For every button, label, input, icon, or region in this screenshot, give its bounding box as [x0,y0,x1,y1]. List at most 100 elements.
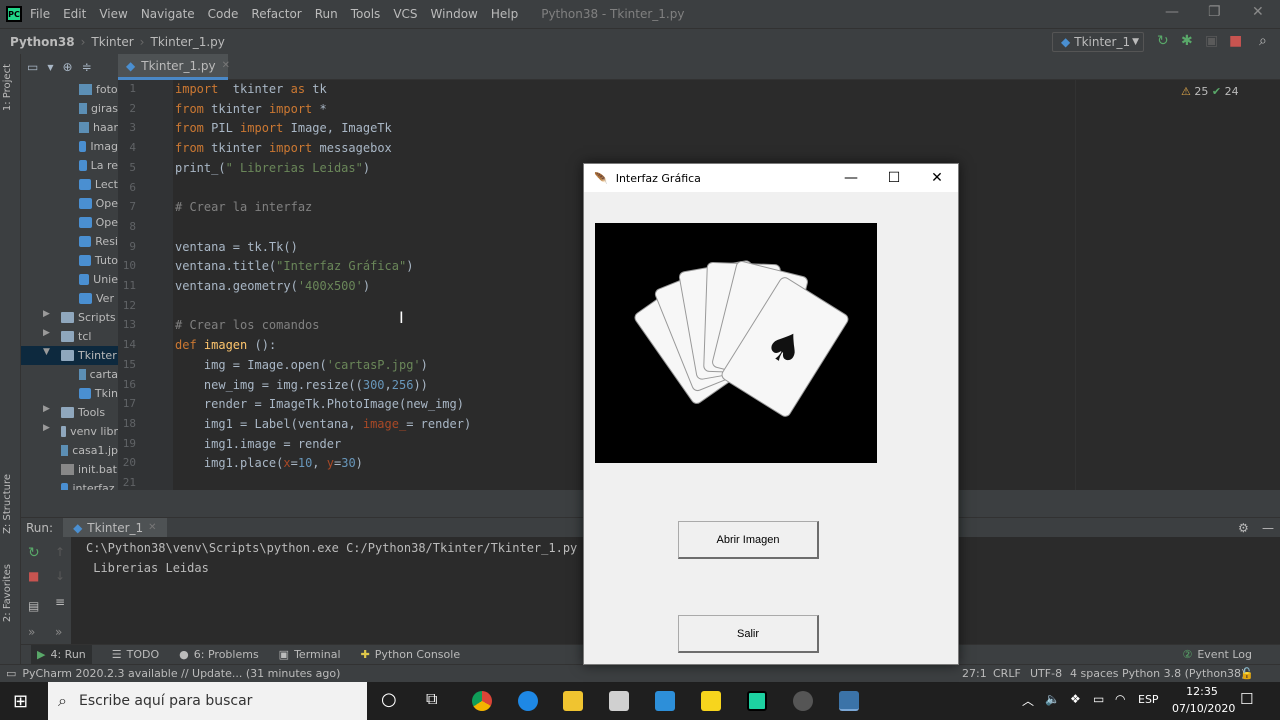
tree-item[interactable]: haar [79,118,118,137]
chrome-icon[interactable] [472,691,492,711]
run-tab-tkinter1[interactable]: ◆ Tkinter_1 ✕ [63,517,167,538]
project-tool-tab[interactable]: 1: Project [2,64,13,111]
gear-icon[interactable]: ⚙ [1238,521,1249,535]
soft-wrap-icon[interactable]: ≡ [55,595,65,609]
event-log-tab[interactable]: ② Event Log [1182,648,1252,661]
todo-tool-tab[interactable]: ☰ TODO [112,648,159,661]
locate-icon[interactable]: ⊕ [63,60,73,74]
exit-button[interactable]: Salir [678,615,819,653]
menu-refactor[interactable]: Refactor [251,7,301,21]
tk-maximize-icon[interactable]: ☐ [871,164,917,192]
favorites-tool-tab[interactable]: 2: Favorites [2,564,13,622]
tree-item[interactable]: carta [79,365,118,384]
status-toggle-icon[interactable]: ▭ [6,667,16,680]
tk-close-icon[interactable]: ✕ [914,164,960,192]
down-arrow-icon[interactable]: ↓ [55,569,65,583]
interpreter[interactable]: Python 3.8 (Python38) [1122,667,1245,680]
expand-arrow-icon[interactable]: ▶ [43,309,50,319]
lock-icon[interactable]: 🔓 [1240,667,1254,680]
language-indicator[interactable]: ESP [1138,693,1159,706]
maximize-icon[interactable]: ❐ [1208,4,1221,20]
menu-edit[interactable]: Edit [63,7,86,21]
chevron-down-icon[interactable]: ▼ [47,63,53,72]
tree-item[interactable]: La re [79,156,118,175]
battery-icon[interactable]: ▭ [1093,692,1104,706]
breadcrumb-folder[interactable]: Tkinter [91,35,133,49]
hide-panel-icon[interactable]: — [1262,521,1274,535]
more-icon[interactable]: » [55,625,62,639]
tree-item[interactable]: Tkinter [21,346,118,365]
tree-item[interactable]: giras [79,99,118,118]
edge-icon[interactable] [518,691,538,711]
dropbox-icon[interactable]: ❖ [1070,692,1081,706]
menu-view[interactable]: View [99,7,127,21]
menu-file[interactable]: File [30,7,50,21]
terminal-tool-tab[interactable]: ▣ Terminal [279,648,341,661]
wifi-icon[interactable]: ◠ [1115,692,1125,706]
tree-item[interactable]: Ope [79,213,118,232]
tkinter-title-bar[interactable]: 🪶 Interfaz Gráfica — ☐ ✕ [584,164,958,192]
indent-setting[interactable]: 4 spaces [1070,667,1119,680]
taskbar-search[interactable]: ⌕ Escribe aquí para buscar [48,682,367,720]
menu-navigate[interactable]: Navigate [141,7,195,21]
coverage-icon[interactable]: ▣ [1205,33,1218,49]
tree-item[interactable]: venv libr [61,422,118,441]
rerun-icon[interactable]: ↻ [28,545,40,561]
collapse-arrow-icon[interactable]: ▼ [43,347,50,357]
python-taskbar-icon[interactable] [839,691,859,711]
clock-date[interactable]: 07/10/2020 [1172,702,1235,715]
tree-item[interactable]: Tuto [79,251,118,270]
status-message[interactable]: PyCharm 2020.2.3 available // Update... … [22,667,340,680]
close-icon[interactable]: ✕ [1252,4,1264,20]
breadcrumb-file[interactable]: Tkinter_1.py [150,35,224,49]
tree-item[interactable]: Scripts [61,308,118,327]
run-tool-tab[interactable]: ▶ 4: Run [31,644,92,665]
debug-icon[interactable]: ✱ [1181,33,1193,49]
tk-minimize-icon[interactable]: — [828,164,874,192]
tree-item[interactable]: Imag [79,137,118,156]
project-view-icon[interactable]: ▭ [27,60,38,74]
line-separator[interactable]: CRLF [993,667,1021,680]
caret-position[interactable]: 27:1 [962,667,987,680]
menu-run[interactable]: Run [315,7,338,21]
tree-item[interactable]: Unie [79,270,118,289]
search-everywhere-icon[interactable]: ⌕ [1259,33,1267,49]
volume-icon[interactable]: 🔈 [1045,692,1060,706]
expand-arrow-icon[interactable]: ▶ [43,423,50,433]
file-explorer-icon[interactable] [563,691,583,711]
stop-icon[interactable]: ■ [28,569,39,583]
menu-help[interactable]: Help [491,7,518,21]
problems-tool-tab[interactable]: ● 6: Problems [179,648,259,661]
menu-tools[interactable]: Tools [351,7,381,21]
tree-item[interactable]: Tools [61,403,118,422]
tree-item[interactable]: Lect [79,175,118,194]
tree-item[interactable]: Ver [79,289,118,308]
collapse-icon[interactable]: ≑ [82,60,92,74]
tree-item[interactable]: Resi [79,232,118,251]
breadcrumb-project[interactable]: Python38 [10,35,75,49]
file-encoding[interactable]: UTF-8 [1030,667,1062,680]
close-tab-icon[interactable]: ✕ [148,522,156,533]
menu-code[interactable]: Code [208,7,239,21]
rerun-icon[interactable]: ↻ [1157,33,1169,49]
close-tab-icon[interactable]: ✕ [222,60,230,71]
clock-time[interactable]: 12:35 [1172,685,1232,698]
up-arrow-icon[interactable]: ↑ [55,545,65,559]
tree-item[interactable]: tcl [61,327,118,346]
windows-start-icon[interactable]: ⊞ [13,691,28,712]
more-icon[interactable]: » [28,625,35,639]
mail-icon[interactable] [655,691,675,711]
layout-icon[interactable]: ▤ [28,599,39,613]
editor-tab-tkinter1[interactable]: ◆ Tkinter_1.py ✕ [118,54,230,80]
cortana-icon[interactable]: ○ [381,689,397,710]
menu-window[interactable]: Window [431,7,478,21]
menu-vcs[interactable]: VCS [393,7,417,21]
minimize-icon[interactable]: — [1165,4,1179,20]
notifications-icon[interactable]: ☐ [1240,690,1253,708]
python-console-tool-tab[interactable]: ✚ Python Console [361,648,461,661]
sticky-notes-icon[interactable] [701,691,721,711]
obs-icon[interactable] [793,691,813,711]
tray-chevron-icon[interactable]: ︿ [1022,692,1034,709]
tree-item[interactable]: Ope [79,194,118,213]
stop-icon[interactable]: ■ [1229,33,1242,49]
